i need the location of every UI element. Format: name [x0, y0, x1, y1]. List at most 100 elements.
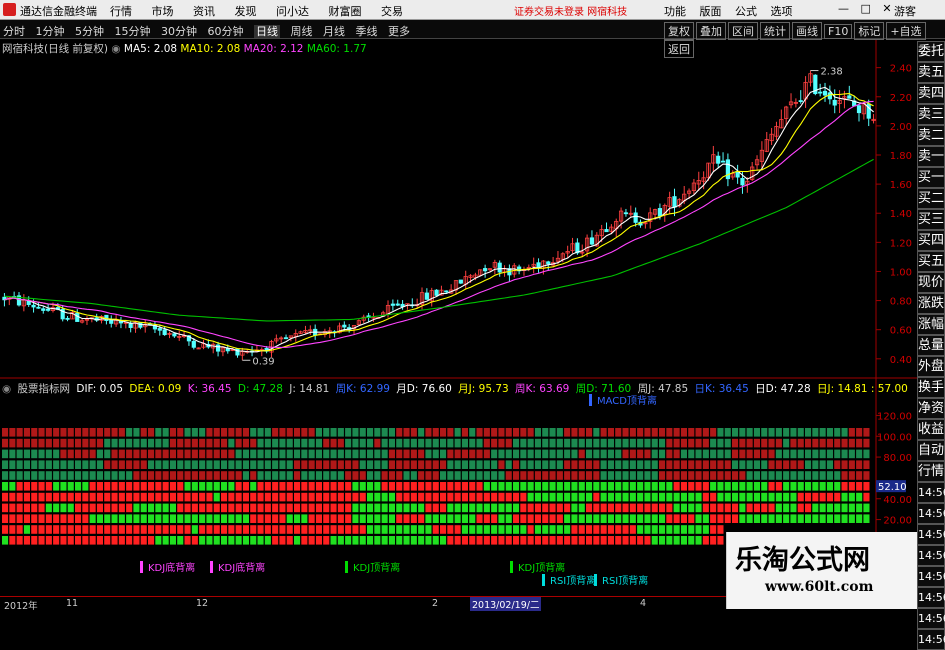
- heat-cell: [330, 471, 337, 480]
- side-tab[interactable]: 卖三: [917, 104, 945, 125]
- heat-cell: [790, 482, 797, 491]
- heat-cell: [301, 438, 308, 448]
- indicator-value: 日K: 36.45: [694, 383, 749, 395]
- side-tab[interactable]: 买四: [917, 230, 945, 251]
- heat-cell: [564, 514, 571, 523]
- heat-cell: [768, 471, 775, 480]
- heat-cell: [637, 492, 644, 502]
- heat-cell: [148, 482, 155, 491]
- side-tab[interactable]: 涨幅: [917, 314, 945, 335]
- side-tab[interactable]: 14:56: [917, 503, 945, 524]
- heat-cell: [257, 525, 264, 534]
- heat-cell: [381, 514, 388, 523]
- side-tab[interactable]: 换手: [917, 377, 945, 398]
- heat-cell: [133, 492, 140, 502]
- heat-cell: [23, 449, 30, 459]
- side-tab[interactable]: 14:56: [917, 608, 945, 629]
- heat-cell: [542, 503, 549, 513]
- heat-cell: [680, 514, 687, 523]
- side-tab[interactable]: 买一: [917, 167, 945, 188]
- side-tab[interactable]: 14:56: [917, 629, 945, 650]
- heat-cell: [702, 460, 709, 469]
- side-tab[interactable]: 14:56: [917, 545, 945, 566]
- heat-cell: [264, 460, 271, 469]
- heat-cell: [834, 514, 841, 523]
- heat-cell: [724, 449, 731, 459]
- heat-cell: [31, 460, 38, 469]
- heat-cell: [45, 460, 52, 469]
- heat-cell: [425, 471, 432, 480]
- heat-cell: [374, 471, 381, 480]
- heat-cell: [330, 460, 337, 469]
- heat-cell: [534, 438, 541, 448]
- side-tab[interactable]: 卖五: [917, 62, 945, 83]
- side-tab[interactable]: 委托: [917, 41, 945, 62]
- candle-body: [162, 329, 167, 336]
- heat-cell: [31, 449, 38, 459]
- heat-cell: [53, 449, 60, 459]
- heat-cell: [53, 471, 60, 480]
- side-tab[interactable]: 14:56: [917, 566, 945, 587]
- heat-cell: [118, 471, 125, 480]
- heat-cell: [688, 492, 695, 502]
- side-tab[interactable]: 卖四: [917, 83, 945, 104]
- side-tab[interactable]: 总量: [917, 335, 945, 356]
- side-tab[interactable]: 14:56: [917, 587, 945, 608]
- heat-cell: [126, 428, 133, 437]
- heat-cell: [264, 514, 271, 523]
- heat-cell: [396, 428, 403, 437]
- side-tab[interactable]: 现价: [917, 272, 945, 293]
- heat-cell: [746, 449, 753, 459]
- heat-cell: [790, 503, 797, 513]
- heat-cell: [301, 460, 308, 469]
- heat-cell: [505, 471, 512, 480]
- side-tab[interactable]: 自动: [917, 440, 945, 461]
- heat-cell: [432, 471, 439, 480]
- candle-body: [847, 95, 852, 99]
- candle-body: [740, 177, 745, 186]
- indicator-name[interactable]: 股票指标网: [18, 383, 71, 395]
- side-tab[interactable]: 买三: [917, 209, 945, 230]
- heat-cell: [60, 525, 67, 534]
- heat-cell: [126, 449, 133, 459]
- heat-cell: [520, 449, 527, 459]
- heat-cell: [447, 428, 454, 437]
- heat-cell: [367, 449, 374, 459]
- heat-cell: [644, 471, 651, 480]
- heat-cell: [819, 428, 826, 437]
- heat-cell: [797, 449, 804, 459]
- candle-body: [390, 303, 395, 306]
- side-tab[interactable]: 14:56: [917, 524, 945, 545]
- heat-cell: [797, 438, 804, 448]
- side-tab[interactable]: 外盘: [917, 356, 945, 377]
- heat-cell: [308, 525, 315, 534]
- heat-cell: [177, 525, 184, 534]
- indicator-value: DIF: 0.05: [76, 383, 124, 395]
- side-tab[interactable]: 14:56: [917, 482, 945, 503]
- signal-label: KDJ底背离: [148, 561, 195, 574]
- side-tab[interactable]: 买五: [917, 251, 945, 272]
- heat-cell: [330, 428, 337, 437]
- heat-cell: [812, 482, 819, 491]
- heat-cell: [89, 428, 96, 437]
- side-tab[interactable]: 买二: [917, 188, 945, 209]
- heat-cell: [856, 428, 863, 437]
- heat-cell: [9, 514, 16, 523]
- side-tab[interactable]: 行情: [917, 461, 945, 482]
- heat-cell: [461, 536, 468, 545]
- settings-icon[interactable]: ◉: [2, 383, 11, 395]
- heat-cell: [797, 492, 804, 502]
- heat-cell: [388, 449, 395, 459]
- heat-cell: [783, 428, 790, 437]
- heat-cell: [213, 503, 220, 513]
- side-tab[interactable]: 卖二: [917, 125, 945, 146]
- heat-cell: [622, 503, 629, 513]
- heat-cell: [739, 460, 746, 469]
- side-tab[interactable]: 涨跌: [917, 293, 945, 314]
- side-tab[interactable]: 净资: [917, 398, 945, 419]
- heat-cell: [775, 492, 782, 502]
- heat-cell: [272, 471, 279, 480]
- side-tab[interactable]: 卖一: [917, 146, 945, 167]
- side-tab[interactable]: 收益: [917, 419, 945, 440]
- heat-cell: [60, 449, 67, 459]
